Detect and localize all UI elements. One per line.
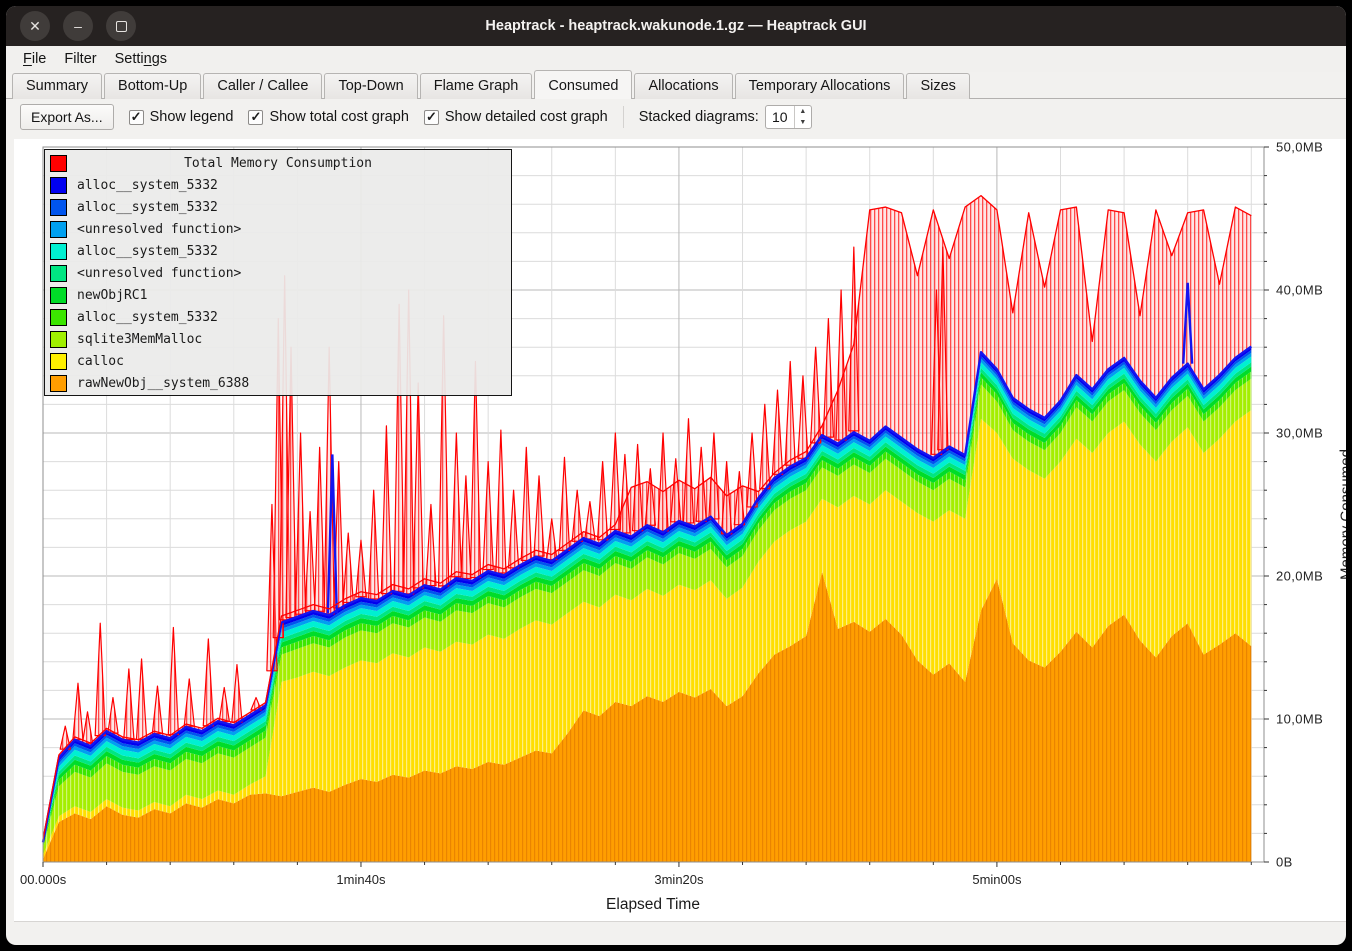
legend-label: sqlite3MemMalloc: [77, 332, 202, 347]
checkbox-label: Show legend: [150, 109, 234, 125]
tab-allocations[interactable]: Allocations: [634, 73, 732, 99]
y-tick-label: 0B: [1276, 855, 1293, 870]
tab-sizes[interactable]: Sizes: [906, 73, 969, 99]
legend-label: alloc__system_5332: [77, 310, 218, 325]
y-tick-label: 40,0MB: [1276, 283, 1323, 298]
x-tick-label: 00.000s: [20, 872, 66, 887]
legend-item: newObjRC1: [45, 284, 511, 306]
legend-swatch-icon: [50, 331, 67, 348]
menu-item-filter[interactable]: Filter: [55, 48, 105, 70]
legend-label: alloc__system_5332: [77, 178, 218, 193]
window-controls: ✕ –: [6, 11, 136, 41]
maximize-icon[interactable]: [106, 11, 136, 41]
legend-swatch-icon: [50, 199, 67, 216]
legend-swatch-icon: [50, 353, 67, 370]
checkbox-box[interactable]: ✓: [129, 110, 144, 125]
x-tick-label: 1min40s: [336, 872, 385, 887]
legend-label: newObjRC1: [77, 288, 147, 303]
chart-bottom-border: [14, 921, 1346, 922]
legend-item: alloc__system_5332: [45, 306, 511, 328]
legend-label: Total Memory Consumption: [77, 156, 479, 171]
stepper-up-icon[interactable]: ▲: [795, 106, 811, 117]
legend-item: sqlite3MemMalloc: [45, 328, 511, 350]
legend-item: calloc: [45, 350, 511, 372]
export-as-button[interactable]: Export As...: [20, 104, 114, 130]
legend-swatch-icon: [50, 265, 67, 282]
tab-flame-graph[interactable]: Flame Graph: [420, 73, 533, 99]
legend-item: alloc__system_5332: [45, 174, 511, 196]
tab-bottom-up[interactable]: Bottom-Up: [104, 73, 201, 99]
checkbox-show-legend[interactable]: ✓ Show legend: [129, 109, 234, 125]
y-tick-label: 20,0MB: [1276, 569, 1323, 584]
stepper-value[interactable]: 10: [766, 106, 794, 128]
tab-summary[interactable]: Summary: [12, 73, 102, 99]
menu-item-file[interactable]: File: [14, 48, 55, 70]
menu-item-settings[interactable]: Settings: [106, 48, 176, 70]
legend-swatch-icon: [50, 375, 67, 392]
legend-swatch-icon: [50, 243, 67, 260]
tab-bar: SummaryBottom-UpCaller / CalleeTop-DownF…: [6, 72, 1346, 99]
legend-swatch-icon: [50, 287, 67, 304]
toolbar-separator: [623, 106, 624, 128]
stepper-down-icon[interactable]: ▼: [795, 117, 811, 128]
title-bar[interactable]: ✕ – Heaptrack - heaptrack.wakunode.1.gz …: [6, 6, 1346, 46]
tab-temporary-allocations[interactable]: Temporary Allocations: [735, 73, 905, 99]
legend-item: alloc__system_5332: [45, 196, 511, 218]
legend-item: alloc__system_5332: [45, 240, 511, 262]
legend-label: <unresolved function>: [77, 266, 241, 281]
stacked-diagrams-label: Stacked diagrams:: [639, 109, 759, 125]
legend-item: rawNewObj__system_6388: [45, 372, 511, 394]
x-axis-title: Elapsed Time: [606, 896, 700, 914]
toolbar: Export As... ✓ Show legend ✓ Show total cos…: [6, 99, 1346, 135]
legend-label: alloc__system_5332: [77, 244, 218, 259]
checkbox-box[interactable]: ✓: [248, 110, 263, 125]
app-window: ✕ – Heaptrack - heaptrack.wakunode.1.gz …: [6, 6, 1346, 945]
window-title: Heaptrack - heaptrack.wakunode.1.gz — He…: [6, 18, 1346, 34]
memory-consumption-chart[interactable]: Total Memory Consumption alloc__system_53…: [14, 139, 1346, 922]
legend-item: <unresolved function>: [45, 262, 511, 284]
x-tick-label: 5min00s: [972, 872, 1021, 887]
menu-bar: FileFilterSettings: [6, 46, 1346, 72]
checkbox-show-detailed-cost-graph[interactable]: ✓ Show detailed cost graph: [424, 109, 608, 125]
y-axis-title: Memory Consumed: [1338, 449, 1347, 580]
y-tick-label: 50,0MB: [1276, 140, 1323, 155]
legend-label: alloc__system_5332: [77, 200, 218, 215]
stepper-arrows: ▲ ▼: [794, 106, 811, 128]
tab-top-down[interactable]: Top-Down: [324, 73, 417, 99]
legend-label: rawNewObj__system_6388: [77, 376, 249, 391]
legend-title-row: Total Memory Consumption: [45, 152, 511, 174]
minimize-icon[interactable]: –: [63, 11, 93, 41]
tab-consumed[interactable]: Consumed: [534, 70, 632, 99]
y-tick-label: 30,0MB: [1276, 426, 1323, 441]
maximize-glyph: [116, 21, 127, 32]
x-tick-label: 3min20s: [654, 872, 703, 887]
tab-caller-callee[interactable]: Caller / Callee: [203, 73, 322, 99]
checkbox-box[interactable]: ✓: [424, 110, 439, 125]
chart-legend: Total Memory Consumption alloc__system_53…: [44, 149, 512, 396]
legend-swatch-icon: [50, 221, 67, 238]
checkbox-label: Show detailed cost graph: [445, 109, 608, 125]
legend-label: calloc: [77, 354, 124, 369]
checkbox-label: Show total cost graph: [269, 109, 408, 125]
legend-label: <unresolved function>: [77, 222, 241, 237]
stacked-diagrams-stepper[interactable]: 10 ▲ ▼: [765, 105, 812, 129]
close-icon[interactable]: ✕: [20, 11, 50, 41]
legend-swatch-icon: [50, 177, 67, 194]
legend-swatch-icon: [50, 155, 67, 172]
legend-swatch-icon: [50, 309, 67, 326]
stacked-diagrams-group: Stacked diagrams: 10 ▲ ▼: [639, 105, 812, 129]
y-tick-label: 10,0MB: [1276, 712, 1323, 727]
checkbox-group: ✓ Show legend ✓ Show total cost graph ✓ Show …: [129, 109, 608, 125]
legend-item: <unresolved function>: [45, 218, 511, 240]
checkbox-show-total-cost-graph[interactable]: ✓ Show total cost graph: [248, 109, 408, 125]
